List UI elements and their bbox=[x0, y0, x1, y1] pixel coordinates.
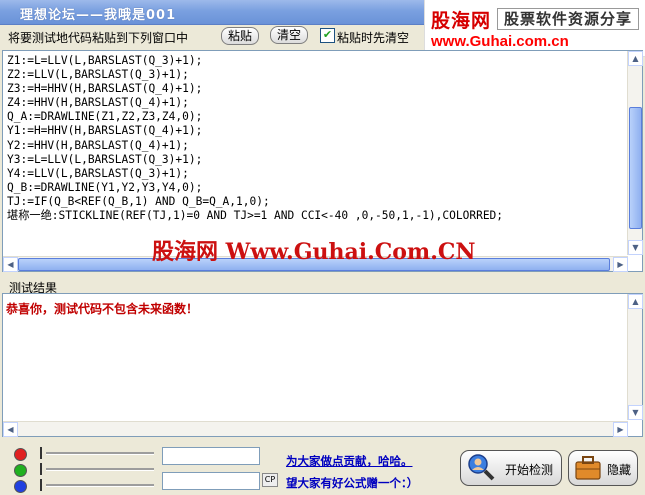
paste-button[interactable]: 粘贴 bbox=[221, 27, 259, 45]
scroll-down-icon[interactable]: ▼ bbox=[628, 405, 643, 420]
code-line: Q_A:=DRAWLINE(Z1,Z2,Z3,Z4,0); bbox=[7, 110, 203, 124]
contribution-message: 为大家做点贡献，哈哈。 bbox=[286, 454, 413, 468]
scroll-left-icon[interactable]: ◀ bbox=[3, 257, 18, 272]
code-text: Z1:=L=LLV(L,BARSLAST(Q_3)+1); Z2:=LLV(L,B… bbox=[7, 54, 503, 223]
watermark-logo: 股海网 股票软件资源分享 www.Guhai.com.cn bbox=[424, 0, 645, 57]
code-line: Z4:=HHV(H,BARSLAST(Q_4)+1); bbox=[7, 96, 189, 110]
code-line: Z1:=L=LLV(L,BARSLAST(Q_3)+1); bbox=[7, 54, 203, 67]
clear-button[interactable]: 清空 bbox=[270, 26, 308, 44]
cp-button[interactable]: CP bbox=[262, 473, 278, 487]
auto-clear-checkbox[interactable]: ✔ bbox=[320, 28, 335, 43]
scroll-up-icon[interactable]: ▲ bbox=[628, 51, 643, 66]
request-message: 望大家有好公式赠一个：） bbox=[286, 476, 419, 490]
output-field-1[interactable] bbox=[162, 447, 260, 465]
watermark-center: 股海网 Www.Guhai.Com.CN bbox=[152, 239, 476, 265]
start-check-button[interactable]: 开始检测 bbox=[460, 450, 562, 486]
instruction-label: 将要测试地代码粘贴到下列窗口中 bbox=[8, 31, 189, 45]
results-horizontal-scrollbar[interactable]: ◀ ▶ bbox=[3, 421, 628, 437]
code-line: Z3:=H=HHV(H,BARSLAST(Q_4)+1); bbox=[7, 82, 203, 96]
results-vertical-scrollbar[interactable]: ▲ ▼ bbox=[627, 294, 643, 420]
code-line: 堪称一绝:STICKLINE(REF(TJ,1)=0 AND TJ>=1 AND… bbox=[7, 209, 504, 223]
magnifier-user-icon bbox=[468, 454, 495, 481]
results-panel[interactable]: 恭喜你，测试代码不包含未来函数！ ▲ ▼ ◀ ▶ bbox=[2, 293, 643, 437]
editor-scroll-thumb[interactable] bbox=[629, 107, 642, 229]
status-light-blue bbox=[14, 480, 27, 493]
watermark-url: www.Guhai.com.cn bbox=[431, 33, 569, 50]
bottom-panel: CP 为大家做点贡献，哈哈。 望大家有好公式赠一个：） 开始检测 隐藏 bbox=[0, 440, 645, 495]
code-line: Y4:=LLV(L,BARSLAST(Q_3)+1); bbox=[7, 166, 189, 180]
progress-slider-1 bbox=[40, 447, 154, 459]
code-line: TJ:=IF(Q_B<REF(Q_B,1) AND Q_B=Q_A,1,0); bbox=[7, 194, 270, 208]
code-line: Y2:=HHV(H,BARSLAST(Q_4)+1); bbox=[7, 138, 189, 152]
scroll-right-icon[interactable]: ▶ bbox=[613, 257, 628, 272]
status-light-red bbox=[14, 448, 27, 461]
hide-label: 隐藏 bbox=[607, 463, 632, 477]
watermark-slogan: 股票软件资源分享 bbox=[497, 8, 639, 30]
scroll-up-icon[interactable]: ▲ bbox=[628, 294, 643, 309]
editor-vertical-scrollbar[interactable]: ▲ ▼ bbox=[627, 51, 643, 255]
progress-slider-2 bbox=[40, 463, 154, 475]
scroll-right-icon[interactable]: ▶ bbox=[613, 422, 628, 437]
progress-slider-3 bbox=[40, 479, 154, 491]
hide-button[interactable]: 隐藏 bbox=[568, 450, 638, 486]
auto-clear-label: 粘贴时先清空 bbox=[337, 31, 410, 45]
window-title: 理想论坛——我哦是001 bbox=[20, 8, 177, 23]
code-line: Y1:=H=HHV(H,BARSLAST(Q_4)+1); bbox=[7, 124, 203, 138]
code-line: Q_B:=DRAWLINE(Y1,Y2,Y3,Y4,0); bbox=[7, 180, 203, 194]
briefcase-icon bbox=[575, 456, 601, 480]
code-line: Y3:=L=LLV(L,BARSLAST(Q_3)+1); bbox=[7, 152, 203, 166]
results-message: 恭喜你，测试代码不包含未来函数！ bbox=[6, 302, 199, 316]
start-check-label: 开始检测 bbox=[505, 463, 554, 477]
watermark-brand: 股海网 bbox=[431, 10, 492, 32]
status-light-green bbox=[14, 464, 27, 477]
scroll-down-icon[interactable]: ▼ bbox=[628, 240, 643, 255]
scroll-left-icon[interactable]: ◀ bbox=[3, 422, 18, 437]
toolbar: 将要测试地代码粘贴到下列窗口中 粘贴 清空 ✔ 粘贴时先清空 bbox=[0, 24, 420, 48]
code-line: Z2:=LLV(L,BARSLAST(Q_3)+1); bbox=[7, 68, 189, 82]
output-field-2[interactable] bbox=[162, 472, 260, 490]
